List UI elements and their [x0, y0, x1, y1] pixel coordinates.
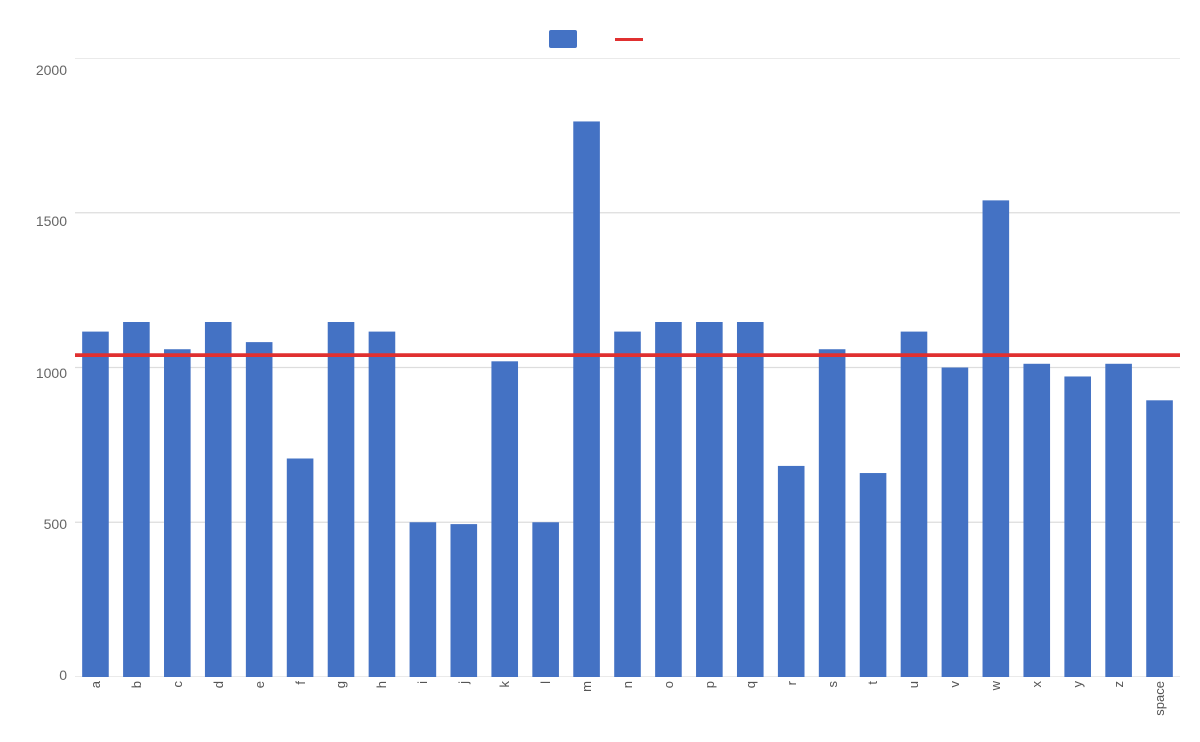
bar [1023, 364, 1050, 677]
x-axis-label: space [1152, 681, 1167, 716]
bar [450, 524, 477, 677]
legend-bar-item [549, 30, 585, 48]
x-axis-label: n [620, 681, 635, 688]
bar [123, 322, 150, 677]
x-axis-label: p [702, 681, 717, 688]
x-label-wrapper: i [402, 681, 443, 684]
x-label-wrapper: b [116, 681, 157, 688]
x-axis-label: r [784, 681, 799, 685]
bar [287, 458, 314, 677]
x-label-wrapper: o [648, 681, 689, 688]
x-axis-label: z [1111, 681, 1126, 688]
bar [901, 332, 928, 677]
bar [819, 349, 846, 677]
y-axis-label: 1500 [36, 214, 67, 228]
x-label-wrapper: w [975, 681, 1016, 690]
x-label-wrapper: x [1016, 681, 1057, 688]
y-axis: 2000 1500 1000 500 0 [20, 58, 75, 732]
grid-and-bars [75, 58, 1180, 677]
bars-chart [75, 58, 1180, 677]
x-label-wrapper: v [934, 681, 975, 688]
bar [1105, 364, 1132, 677]
y-axis-label: 500 [44, 517, 67, 531]
x-axis-label: d [211, 681, 226, 688]
x-label-wrapper: t [853, 681, 894, 685]
x-label-wrapper: p [689, 681, 730, 688]
bar [205, 322, 232, 677]
x-axis-label: i [415, 681, 430, 684]
x-axis-label: h [374, 681, 389, 688]
x-axis-label: m [579, 681, 594, 692]
bar [82, 332, 109, 677]
x-axis-label: b [129, 681, 144, 688]
x-axis-label: s [825, 681, 840, 688]
x-axis-label: g [333, 681, 348, 688]
x-label-wrapper: s [812, 681, 853, 688]
bar [860, 473, 887, 677]
bar [737, 322, 764, 677]
x-label-wrapper: k [484, 681, 525, 688]
x-label-wrapper: a [75, 681, 116, 688]
legend-line-icon [615, 38, 643, 41]
bar [655, 322, 682, 677]
x-label-wrapper: r [771, 681, 812, 685]
x-axis-label: u [906, 681, 921, 688]
bar [164, 349, 191, 677]
x-axis-label: c [170, 681, 185, 688]
x-label-wrapper: l [525, 681, 566, 684]
bar [573, 121, 600, 677]
x-axis-label: f [293, 681, 308, 685]
x-label-wrapper: f [280, 681, 321, 685]
x-label-wrapper: c [157, 681, 198, 688]
bar [532, 522, 559, 677]
x-axis-label: y [1070, 681, 1085, 688]
x-label-wrapper: h [361, 681, 402, 688]
x-axis-label: t [865, 681, 880, 685]
bar [369, 332, 396, 677]
legend-line-item [615, 38, 651, 41]
x-axis-label: k [497, 681, 512, 688]
x-label-wrapper: m [566, 681, 607, 692]
x-axis-label: a [88, 681, 103, 688]
bar [328, 322, 355, 677]
x-axis-label: w [988, 681, 1003, 690]
x-axis-label: l [538, 681, 553, 684]
x-label-wrapper: g [321, 681, 362, 688]
chart-area: 2000 1500 1000 500 0 a b c d e f g h i j k l m n o p q r s t u v w… [20, 58, 1180, 732]
x-axis-label: q [743, 681, 758, 688]
x-label-wrapper: e [239, 681, 280, 688]
bar [614, 332, 641, 677]
x-label-wrapper: y [1057, 681, 1098, 688]
bar [942, 368, 969, 678]
bar [491, 361, 518, 677]
chart-container: 2000 1500 1000 500 0 a b c d e f g h i j k l m n o p q r s t u v w… [0, 0, 1200, 742]
x-label-wrapper: n [607, 681, 648, 688]
legend [549, 30, 651, 48]
bar [246, 342, 273, 677]
x-label-wrapper: u [893, 681, 934, 688]
bar [778, 466, 805, 677]
x-axis-label: x [1029, 681, 1044, 688]
y-axis-label: 1000 [36, 366, 67, 380]
x-label-wrapper: space [1139, 681, 1180, 716]
x-label-wrapper: j [443, 681, 484, 684]
bar [983, 200, 1010, 677]
x-label-wrapper: z [1098, 681, 1139, 688]
x-label-wrapper: d [198, 681, 239, 688]
bar [410, 522, 437, 677]
bar [1064, 376, 1091, 677]
x-axis-label: j [456, 681, 471, 684]
legend-bar-icon [549, 30, 577, 48]
y-axis-label: 2000 [36, 63, 67, 77]
plot-area: a b c d e f g h i j k l m n o p q r s t u v w x y z space [75, 58, 1180, 732]
x-axis-labels: a b c d e f g h i j k l m n o p q r s t u v w x y z space [75, 677, 1180, 732]
x-axis-label: v [947, 681, 962, 688]
y-axis-label: 0 [59, 668, 67, 682]
bar [1146, 400, 1173, 677]
x-label-wrapper: q [730, 681, 771, 688]
bar [696, 322, 723, 677]
x-axis-label: e [252, 681, 267, 688]
x-axis-label: o [661, 681, 676, 688]
